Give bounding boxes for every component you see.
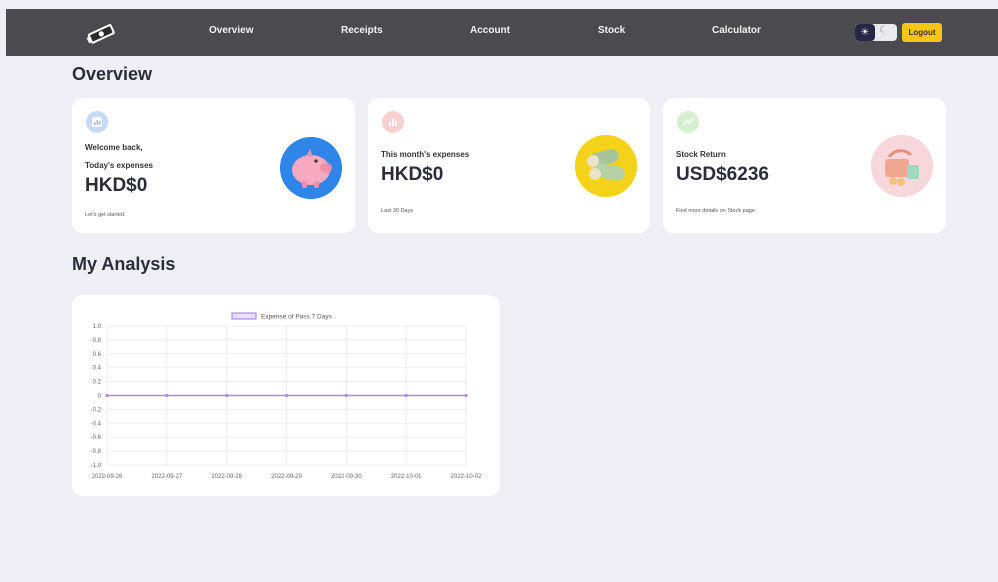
- nav-stock[interactable]: Stock: [598, 25, 625, 36]
- card-note: Last 30 Days: [381, 208, 414, 214]
- welcome-text: Welcome back,: [85, 143, 143, 152]
- top-strip: [0, 0, 998, 9]
- moon-icon: ☾: [879, 25, 888, 36]
- y-tick-label: 1.0: [93, 324, 102, 330]
- stock-return-card: Stock Return USD$6236 Find more details …: [663, 98, 946, 233]
- y-tick-label: 0.2: [93, 380, 102, 386]
- today-expenses-card: Welcome back, Today's expenses HKD$0 Let…: [72, 98, 355, 233]
- card-note: Let's get started.: [85, 212, 126, 218]
- today-expenses-value: HKD$0: [85, 175, 148, 196]
- theme-toggle[interactable]: ☀ ☾: [855, 24, 897, 41]
- month-expenses-label: This month's expenses: [381, 150, 470, 159]
- nav-account[interactable]: Account: [470, 25, 510, 36]
- data-point: [344, 393, 348, 398]
- nav-calculator[interactable]: Calculator: [712, 25, 761, 36]
- analysis-title: My Analysis: [72, 254, 176, 274]
- today-expenses-label: Today's expenses: [85, 161, 154, 170]
- stock-illustration-image: [871, 135, 933, 197]
- nav-receipts[interactable]: Receipts: [341, 25, 383, 36]
- navbar: Overview Receipts Account Stock Calculat…: [6, 9, 998, 56]
- y-tick-label: 0.8: [93, 338, 102, 344]
- data-point: [284, 393, 289, 398]
- trend-icon: [677, 111, 699, 133]
- x-tick-label: 2022-10-02: [451, 474, 482, 480]
- x-tick-label: 2022-09-30: [331, 474, 362, 480]
- x-tick-label: 2022-09-28: [211, 474, 242, 480]
- overview-title: Overview: [72, 64, 153, 84]
- x-tick-label: 2022-09-29: [271, 474, 302, 480]
- y-tick-label: -0.8: [91, 449, 102, 455]
- data-point: [105, 393, 109, 398]
- money-logo-icon[interactable]: [84, 21, 120, 45]
- logout-button[interactable]: Logout: [902, 23, 942, 42]
- card-note: Find more details on Stock page.: [676, 208, 757, 214]
- y-tick-label: 0.6: [93, 352, 102, 358]
- sun-icon: ☀: [855, 24, 875, 41]
- legend-label: Expense of Pass 7 Days: [261, 314, 333, 321]
- y-tick-label: -0.4: [91, 421, 102, 427]
- data-point: [404, 393, 408, 398]
- x-tick-label: 2022-10-01: [391, 474, 422, 480]
- stock-return-label: Stock Return: [676, 150, 726, 159]
- stock-return-value: USD$6236: [676, 164, 769, 185]
- y-tick-label: -0.2: [91, 407, 102, 413]
- x-tick-label: 2022-09-26: [92, 474, 123, 480]
- data-point: [225, 393, 229, 398]
- chart-icon: [86, 111, 108, 133]
- month-expenses-card: This month's expenses HKD$0 Last 30 Days: [368, 98, 650, 233]
- x-tick-label: 2022-09-27: [151, 474, 182, 480]
- data-point: [165, 393, 169, 398]
- month-expenses-value: HKD$0: [381, 164, 444, 185]
- y-tick-label: -1.0: [91, 463, 102, 469]
- piggy-bank-image: [280, 137, 342, 199]
- money-rolls-image: [575, 135, 637, 197]
- legend-swatch: [231, 312, 257, 320]
- y-tick-label: 0: [98, 394, 102, 400]
- y-tick-label: -0.6: [91, 435, 102, 441]
- bar-chart-icon: [382, 111, 404, 133]
- nav-overview[interactable]: Overview: [209, 25, 253, 36]
- data-point: [464, 393, 468, 398]
- y-tick-label: 0.4: [93, 366, 102, 372]
- expense-chart-card: 1.0 0.8 0.6 0.4 0.2 0 -0.2 -0.4 -0.6 -0.8 -1.0 2022…: [72, 295, 500, 496]
- expense-line-chart: 1.0 0.8 0.6 0.4 0.2 0 -0.2 -0.4 -0.6 -0.8 -1.0 2022…: [91, 312, 482, 480]
